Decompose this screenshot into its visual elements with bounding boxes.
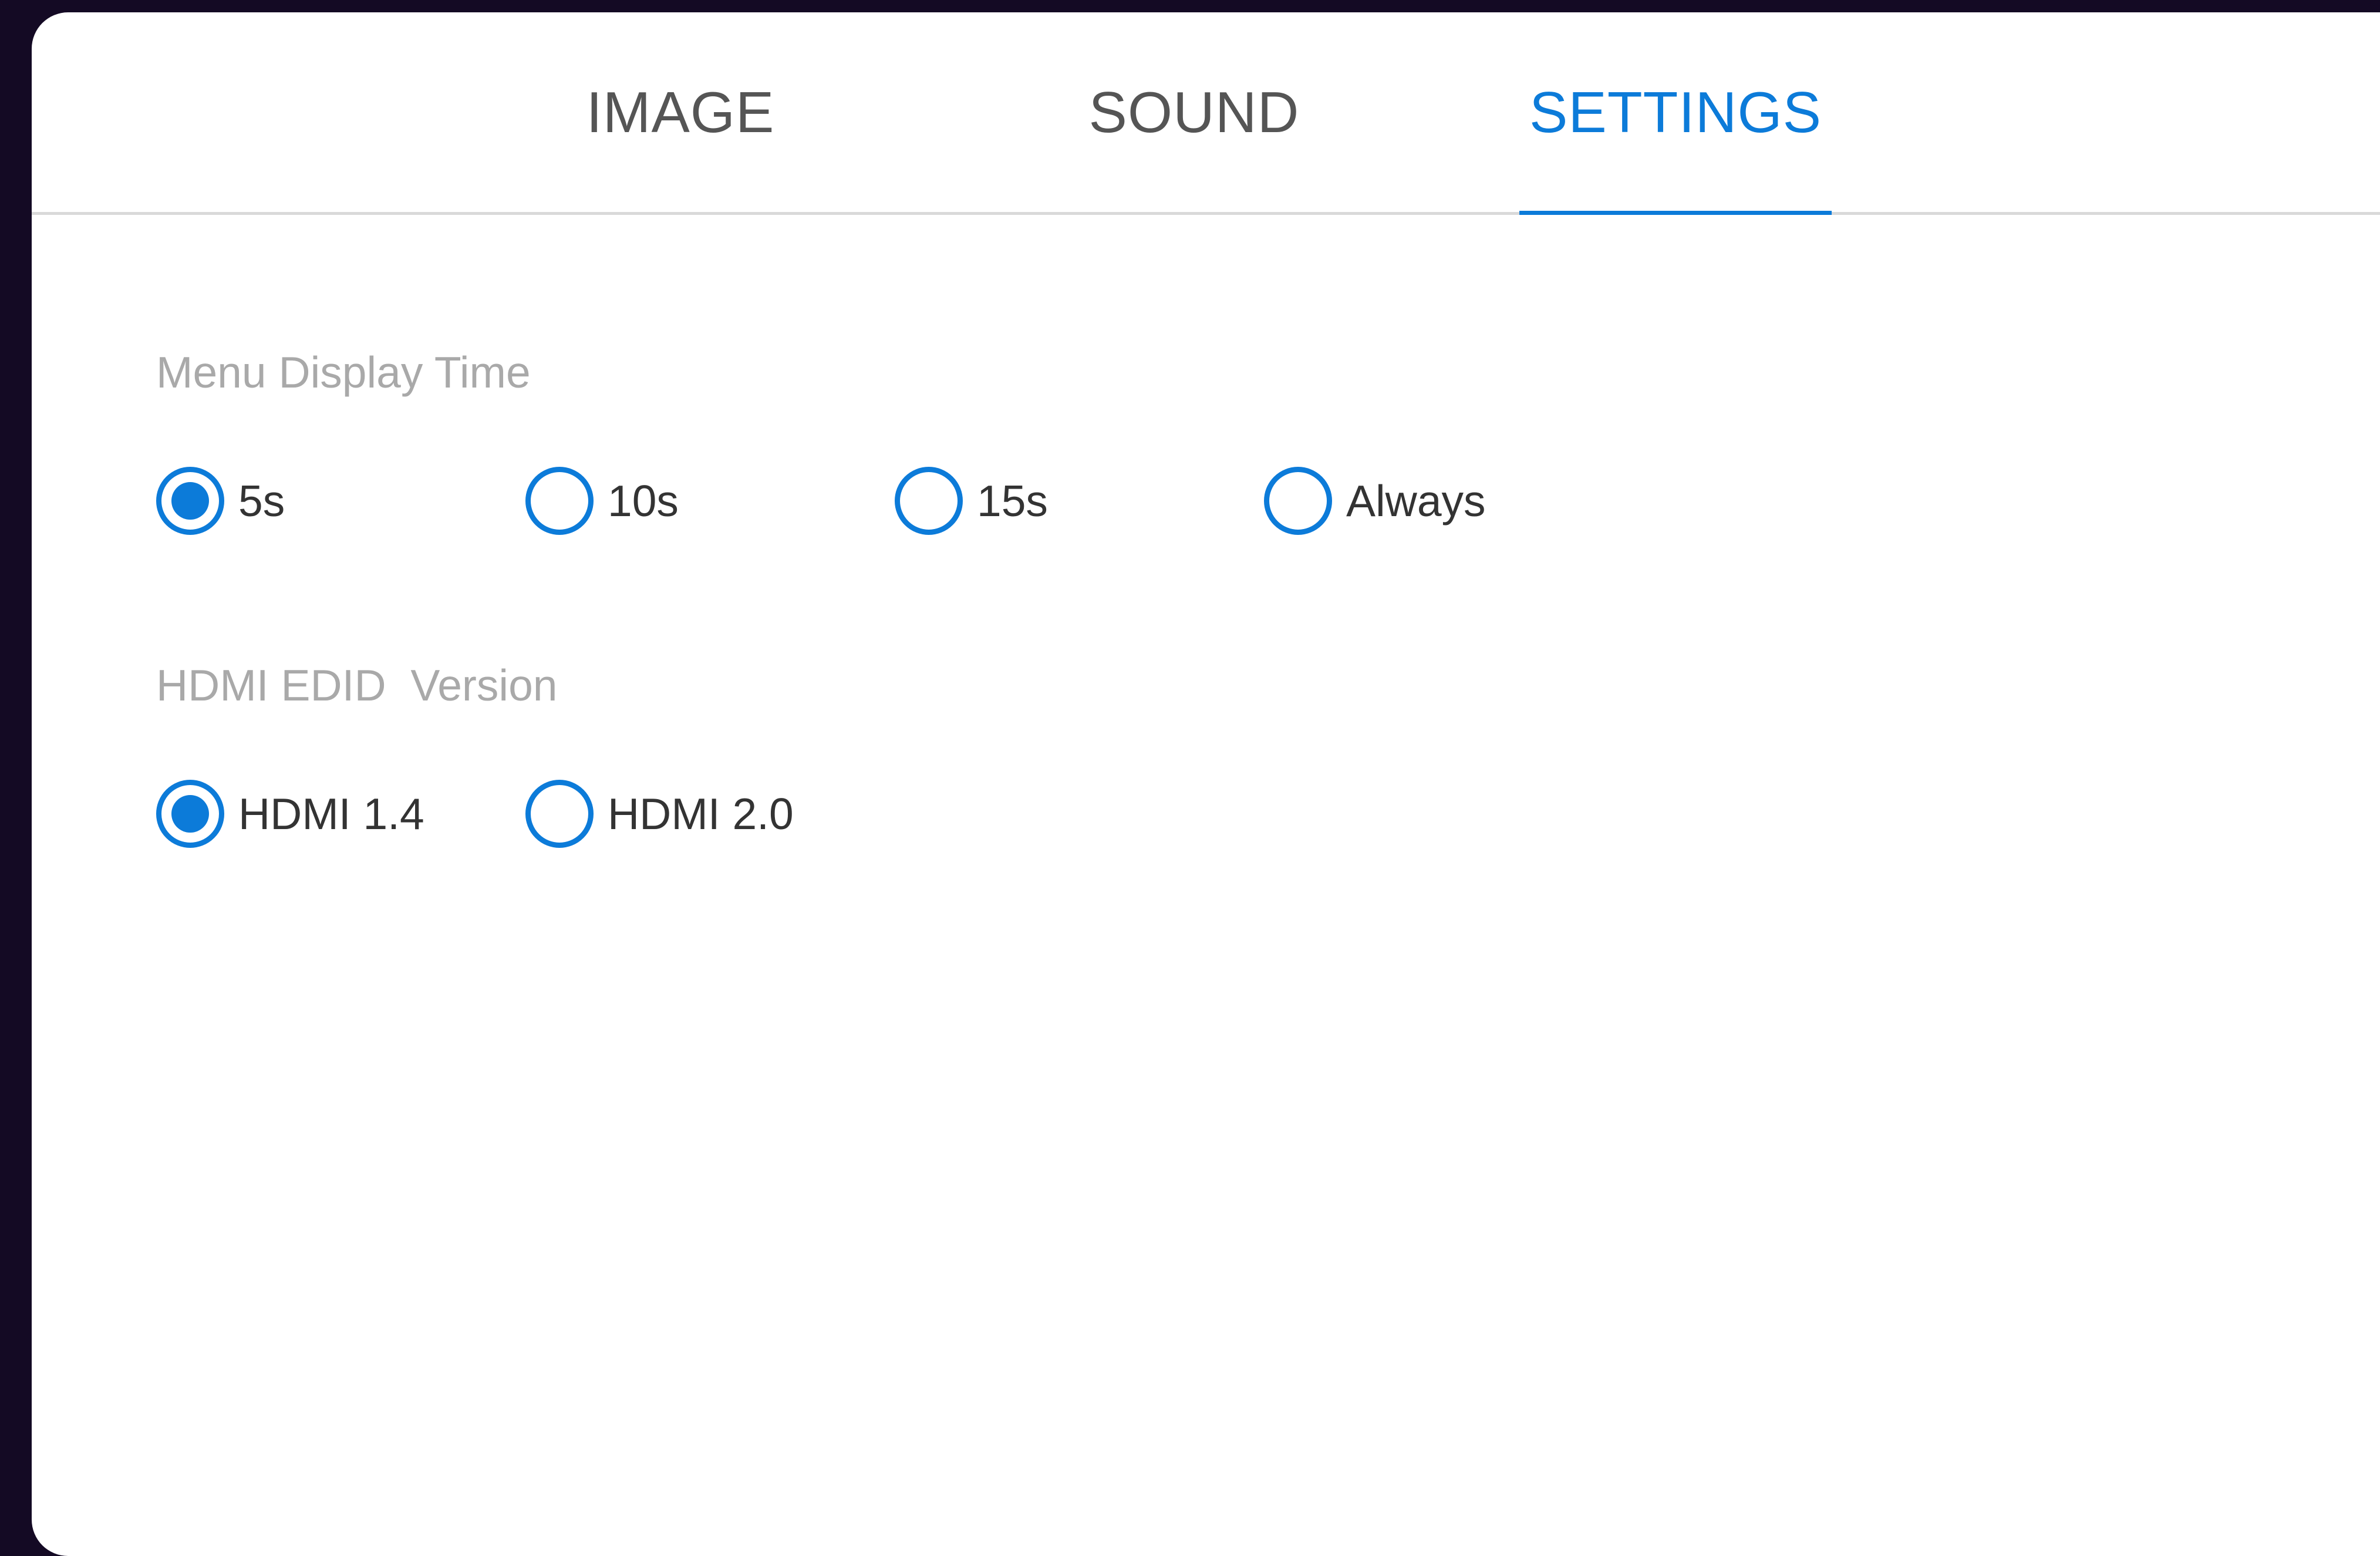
radio-circle-icon xyxy=(525,780,594,848)
radio-always[interactable]: Always xyxy=(1264,463,1486,539)
tab-settings[interactable]: SETTINGS xyxy=(1519,12,1832,215)
radio-hdmi-1-4[interactable]: HDMI 1.4 xyxy=(156,776,424,852)
radio-dot-icon xyxy=(171,482,209,520)
radio-label: 10s xyxy=(608,476,679,526)
tab-bar: IMAGE SOUND SETTINGS xyxy=(32,12,2380,215)
radio-circle-icon xyxy=(156,780,224,848)
radio-label: HDMI 1.4 xyxy=(238,789,424,838)
radio-5s[interactable]: 5s xyxy=(156,463,285,539)
tab-image[interactable]: IMAGE xyxy=(531,12,830,212)
tab-sound[interactable]: SOUND xyxy=(1041,12,1347,212)
radio-circle-icon xyxy=(1264,467,1332,535)
radio-dot-icon xyxy=(171,795,209,833)
radio-label: Always xyxy=(1346,476,1486,526)
settings-panel: IMAGE SOUND SETTINGS Menu Display Time 5… xyxy=(32,12,2380,1556)
radio-15s[interactable]: 15s xyxy=(895,463,1048,539)
radio-hdmi-2-0[interactable]: HDMI 2.0 xyxy=(525,776,794,852)
radio-circle-icon xyxy=(525,467,594,535)
radio-circle-icon xyxy=(156,467,224,535)
radio-circle-icon xyxy=(895,467,963,535)
radio-label: 5s xyxy=(238,476,285,526)
radio-label: HDMI 2.0 xyxy=(608,789,794,838)
hdmi-edid-version-label: HDMI EDID Version xyxy=(156,661,558,710)
radio-label: 15s xyxy=(977,476,1048,526)
radio-10s[interactable]: 10s xyxy=(525,463,679,539)
menu-display-time-label: Menu Display Time xyxy=(156,348,531,397)
